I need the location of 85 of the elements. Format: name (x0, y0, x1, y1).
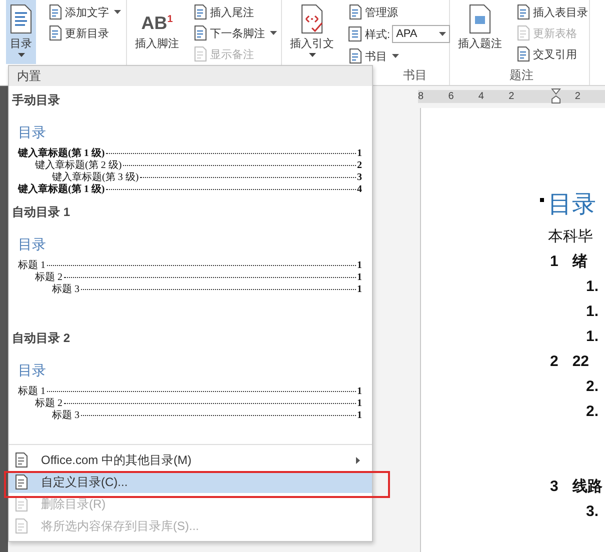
preview-entry: 标题 3 (52, 284, 80, 296)
document-icon (515, 46, 531, 62)
ruler-number: 2 (574, 91, 582, 102)
preview-page-number: 1 (357, 148, 362, 160)
preview-page-number: 1 (357, 398, 362, 410)
preview-entry: 标题 3 (52, 410, 80, 422)
preview-entry: 标题 1 (18, 386, 46, 398)
toc-chapter: 2 22 (549, 352, 590, 372)
document-icon (8, 4, 34, 34)
ribbon-small-button[interactable]: 插入尾注 (191, 2, 278, 22)
ribbon-small-button[interactable]: 下一条脚注 (191, 23, 278, 43)
document-icon (192, 46, 208, 62)
toc-chapter: 3 线路 (549, 477, 604, 497)
preview-entry: 键入章标题(第 3 级) (52, 172, 139, 184)
toc-preview[interactable]: 目录 键入章标题(第 1 级) 1 键入章标题(第 2 级) 2 键入章标题(第 3 级) 3 键入章标题(第 1 级) 4 (12, 110, 362, 196)
document-icon (515, 25, 531, 41)
toc-preview[interactable]: 目录 标题 1 1 标题 2 1 标题 3 1 (12, 348, 362, 422)
menu-section-header: 内置 (9, 66, 372, 86)
preview-page-number: 2 (357, 160, 362, 172)
preview-entry: 键入章标题(第 1 级) (18, 148, 105, 160)
ribbon-large-button[interactable]: 插入引文 (288, 0, 336, 64)
preview-entry: 标题 2 (35, 272, 62, 284)
preview-entry: 键入章标题(第 2 级) (35, 160, 122, 172)
preview-heading: 目录 (18, 237, 47, 255)
preview-page-number: 1 (357, 410, 362, 422)
group-label: 书目 (403, 68, 427, 82)
indent-marker-icon (551, 88, 561, 104)
toc-preview[interactable]: 目录 标题 1 1 标题 2 1 标题 3 1 (12, 222, 362, 296)
menu-item[interactable]: Office.com 中的其他目录(M) (9, 449, 372, 471)
ribbon-small-button[interactable]: 交叉引用 (514, 44, 589, 64)
document-icon (13, 474, 29, 490)
toc-chapter: 1 绪 (549, 252, 588, 272)
ribbon-large-button[interactable]: 插入题注 (456, 0, 504, 64)
preview-page-number: 1 (357, 272, 362, 284)
toc-section: 1. (548, 274, 605, 299)
document-icon (47, 4, 63, 20)
toc-section: 1. (548, 299, 605, 324)
menu-item[interactable]: 自定义目录(C)... (9, 471, 372, 493)
preview-page-number: 1 (357, 260, 362, 272)
preview-entry: 键入章标题(第 1 级) (18, 184, 105, 196)
ribbon-small-button[interactable]: 添加文字 (46, 2, 122, 22)
gallery-title: 自动目录 2 (12, 330, 72, 347)
ruler-number: 2 (508, 91, 516, 102)
document-icon (467, 4, 493, 34)
document-icon (13, 496, 29, 512)
ruler-number: 4 (478, 91, 485, 102)
preview-heading: 目录 (18, 363, 47, 381)
toc-section: 1. (548, 324, 605, 349)
ribbon-small-button[interactable]: 更新目录 (46, 23, 122, 43)
document-icon (347, 26, 363, 42)
document-icon (47, 25, 63, 41)
ruler-number: 8 (418, 91, 425, 102)
group-label: 题注 (510, 68, 534, 82)
preview-entry: 标题 2 (35, 398, 62, 410)
ribbon-small-button[interactable]: 插入表目录 (514, 2, 589, 22)
gallery-title: 自动目录 1 (12, 204, 72, 221)
footnote-icon: AB$^{1}$ (141, 4, 173, 34)
preview-heading: 目录 (18, 125, 47, 143)
ruler-number: 6 (448, 91, 455, 102)
paragraph-mark-icon (540, 198, 544, 202)
gallery-title: 手动目录 (12, 92, 61, 109)
document-icon (192, 25, 208, 41)
preview-page-number: 1 (357, 386, 362, 398)
toc-section: 2. (548, 399, 605, 424)
preview-page-number: 4 (357, 184, 362, 196)
ribbon-small-button[interactable]: 书目 (346, 46, 452, 66)
document-icon (299, 4, 325, 34)
preview-entry: 标题 1 (18, 260, 46, 272)
caret-icon (439, 32, 446, 36)
document-heading: 目录 (548, 191, 596, 218)
document-icon (192, 4, 208, 20)
style-dropdown[interactable]: APA (392, 25, 450, 43)
toc-section: 3. (548, 499, 605, 524)
preview-page-number: 3 (357, 172, 362, 184)
ribbon-large-button[interactable]: AB$^{1}$ 插入脚注 (133, 0, 181, 64)
ribbon-large-button[interactable]: 目录 (6, 0, 36, 64)
document-icon (515, 4, 531, 20)
ribbon-small-button[interactable]: 管理源 (346, 2, 452, 22)
style-label: 样式: (365, 28, 390, 42)
preview-page-number: 1 (357, 284, 362, 296)
toc-section: 2. (548, 374, 605, 399)
document-text: 本科毕 (548, 227, 594, 247)
document-icon (347, 4, 363, 20)
document-icon (13, 452, 29, 468)
document-icon (13, 518, 29, 534)
